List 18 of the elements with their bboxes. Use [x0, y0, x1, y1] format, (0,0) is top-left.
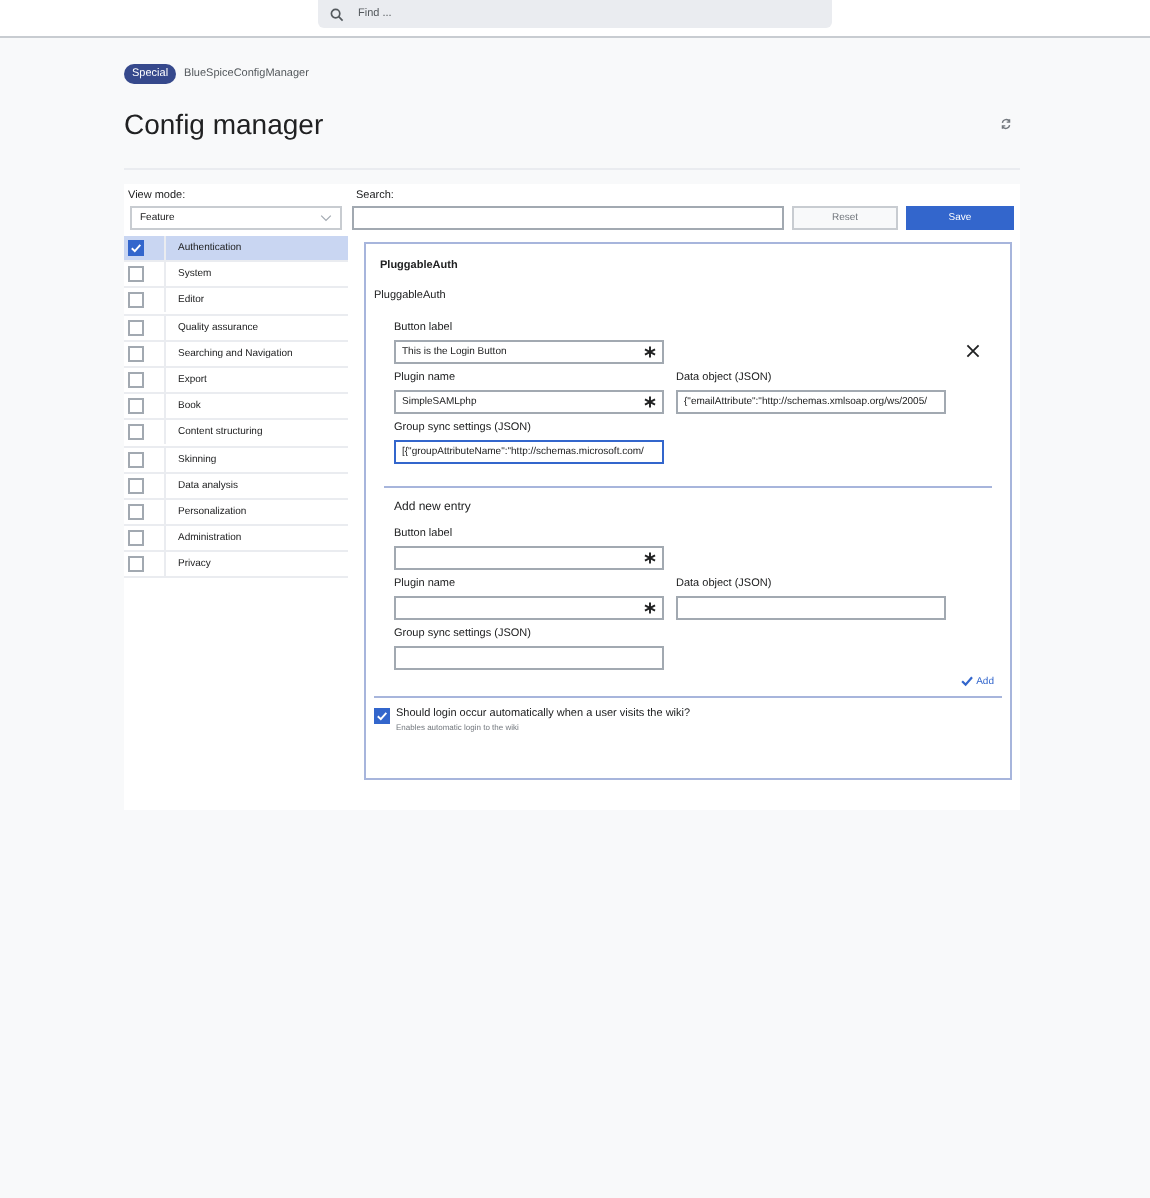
input-field[interactable] [394, 646, 664, 670]
required-icon [644, 396, 656, 408]
chevron-icon [320, 214, 332, 222]
search-field[interactable] [352, 206, 784, 230]
required-icon [644, 602, 656, 614]
checkmark-icon [960, 674, 975, 688]
input-field[interactable] [394, 546, 664, 570]
required-icon [643, 346, 656, 358]
page-title: Config manager [124, 108, 324, 140]
input-field[interactable] [394, 596, 664, 620]
refresh-icon[interactable] [1000, 118, 1012, 130]
input-field[interactable] [676, 596, 946, 620]
checkbox[interactable] [374, 708, 390, 724]
checkmark-icon [130, 242, 142, 255]
close-icon[interactable] [966, 344, 980, 358]
required-icon [644, 552, 656, 564]
search-icon [330, 7, 344, 21]
checkmark-icon [376, 710, 388, 722]
